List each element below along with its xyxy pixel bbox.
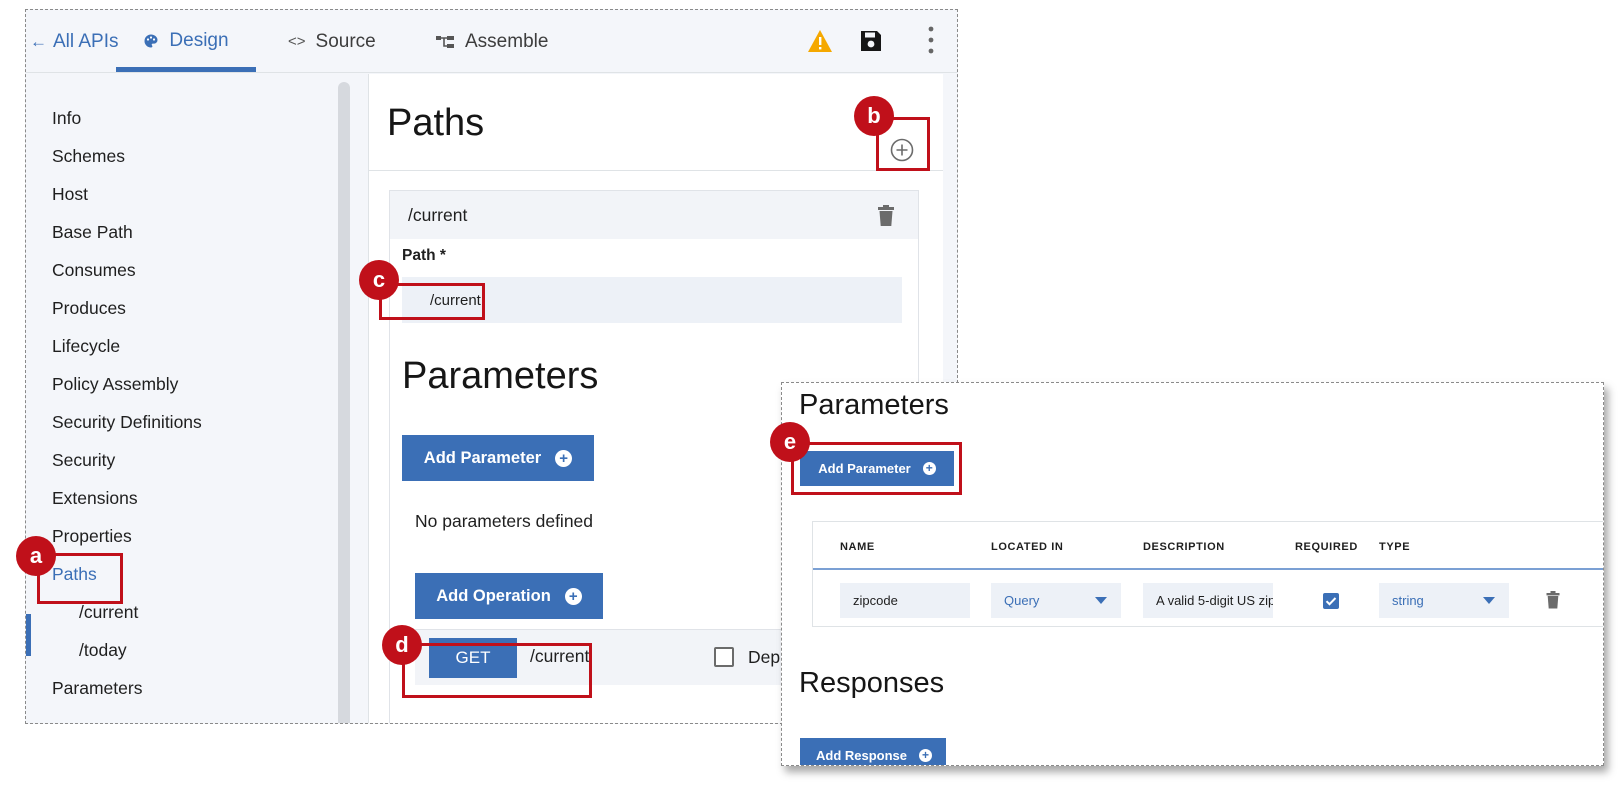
code-icon: <> xyxy=(288,33,306,50)
param-location-value: Query xyxy=(1004,593,1040,608)
param-description-input[interactable]: A valid 5-digit US zip xyxy=(1143,583,1273,618)
param-name-input[interactable]: zipcode xyxy=(840,583,970,618)
param-type-select[interactable]: string xyxy=(1379,583,1509,618)
tab-design-label: Design xyxy=(169,29,229,51)
sidebar-item-security[interactable]: Security xyxy=(52,445,115,475)
tab-source-label: Source xyxy=(315,30,376,52)
path-field-label: Path * xyxy=(402,247,446,264)
all-apis-link[interactable]: ← All APIs xyxy=(30,10,118,73)
plus-circle-icon: + xyxy=(919,749,933,762)
sidebar-item-consumes[interactable]: Consumes xyxy=(52,255,136,285)
column-header-description: DESCRIPTION xyxy=(1143,541,1225,553)
sidebar-item-security-definitions[interactable]: Security Definitions xyxy=(52,407,202,437)
save-icon[interactable] xyxy=(859,29,883,58)
palette-icon xyxy=(143,33,159,49)
warning-icon[interactable] xyxy=(807,29,833,58)
arrow-left-icon: ← xyxy=(30,31,47,51)
table-header: NAME LOCATED IN DESCRIPTION REQUIRED TYP… xyxy=(813,522,1603,570)
sidebar-scrollbar[interactable] xyxy=(338,82,350,723)
highlight-box-d xyxy=(402,643,592,698)
empty-parameters-message: No parameters defined xyxy=(415,511,594,531)
annotation-badge-a: a xyxy=(16,536,56,576)
add-parameter-button[interactable]: Add Parameter + xyxy=(402,435,594,481)
divider xyxy=(369,170,943,171)
column-header-located-in: LOCATED IN xyxy=(991,541,1064,553)
sidebar-subitem-today[interactable]: /today xyxy=(79,635,127,665)
sidebar-item-produces[interactable]: Produces xyxy=(52,293,126,323)
more-options-icon[interactable] xyxy=(928,26,934,59)
responses-heading: Responses xyxy=(799,667,945,699)
top-navigation-bar: ← All APIs Design <> Source Assemble xyxy=(26,10,957,73)
sidebar-item-host[interactable]: Host xyxy=(52,179,88,209)
param-required-checkbox[interactable] xyxy=(1323,593,1339,609)
parameters-heading: Parameters xyxy=(799,389,949,421)
sidebar-item-info[interactable]: Info xyxy=(52,103,81,133)
column-header-type: TYPE xyxy=(1379,541,1411,553)
tab-assemble-label: Assemble xyxy=(465,30,549,52)
deprecated-checkbox[interactable] xyxy=(714,647,734,667)
parameters-table: NAME LOCATED IN DESCRIPTION REQUIRED TYP… xyxy=(812,521,1603,627)
all-apis-label: All APIs xyxy=(53,30,119,52)
tab-assemble[interactable]: Assemble xyxy=(435,10,548,73)
add-operation-button[interactable]: Add Operation + xyxy=(415,573,603,619)
trash-icon[interactable] xyxy=(877,205,895,232)
annotation-badge-c: c xyxy=(359,260,399,300)
caret-down-icon xyxy=(1483,597,1495,604)
assemble-icon xyxy=(435,34,455,50)
add-parameter-label: Add Parameter xyxy=(423,448,542,467)
active-item-indicator xyxy=(26,614,31,656)
path-card-header[interactable]: /current xyxy=(390,191,918,239)
annotation-badge-d: d xyxy=(382,625,422,665)
deprecated-label: Dep xyxy=(748,647,781,667)
trash-icon[interactable] xyxy=(1546,591,1560,614)
sidebar-item-properties[interactable]: Properties xyxy=(52,521,132,551)
plus-circle-icon: + xyxy=(555,449,573,467)
sidebar-item-policy-assembly[interactable]: Policy Assembly xyxy=(52,369,178,399)
sidebar-item-parameters[interactable]: Parameters xyxy=(52,673,142,703)
highlight-box-e xyxy=(791,442,962,495)
caret-down-icon xyxy=(1095,597,1107,604)
param-location-select[interactable]: Query xyxy=(991,583,1121,618)
sidebar-nav: Info Schemes Host Base Path Consumes Pro… xyxy=(26,74,356,723)
annotation-badge-e: e xyxy=(770,422,810,462)
param-type-value: string xyxy=(1392,593,1424,608)
sidebar-item-schemes[interactable]: Schemes xyxy=(52,141,125,171)
column-header-required: REQUIRED xyxy=(1295,541,1358,553)
add-response-label: Add Response xyxy=(816,748,908,763)
plus-circle-icon: + xyxy=(564,587,582,605)
sidebar-item-lifecycle[interactable]: Lifecycle xyxy=(52,331,120,361)
tab-design[interactable]: Design xyxy=(116,10,256,72)
add-response-button[interactable]: Add Response + xyxy=(800,738,946,765)
parameters-detail-window: Parameters Add Parameter + NAME LOCATED … xyxy=(781,382,1604,766)
sidebar-item-extensions[interactable]: Extensions xyxy=(52,483,138,513)
add-operation-label: Add Operation xyxy=(436,586,551,605)
sidebar-item-base-path[interactable]: Base Path xyxy=(52,217,133,247)
path-card-title: /current xyxy=(408,205,468,225)
parameters-heading: Parameters xyxy=(402,355,599,397)
page-title: Paths xyxy=(387,102,485,144)
tab-source[interactable]: <> Source xyxy=(288,10,376,73)
annotation-badge-b: b xyxy=(854,96,894,136)
column-header-name: NAME xyxy=(840,541,875,553)
